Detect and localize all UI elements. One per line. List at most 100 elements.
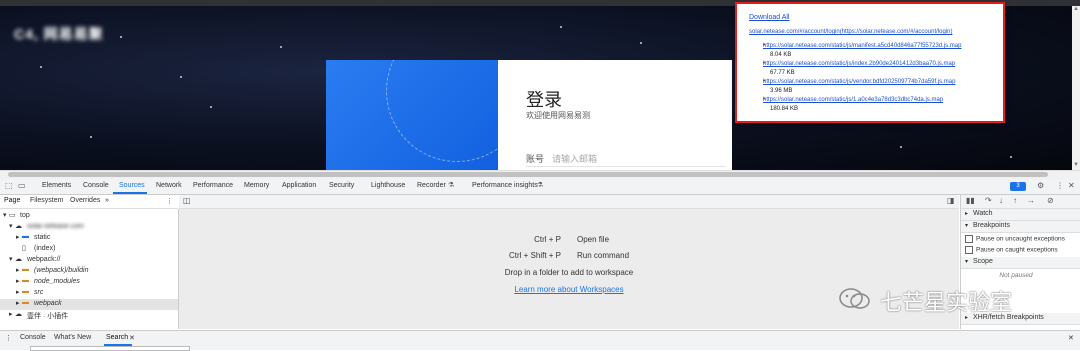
watermark-text: 七芒星实验室 [880,290,1013,315]
tab-recorder[interactable]: Recorder [417,182,446,189]
editor-placeholder: Ctrl + P Open file Ctrl + Shift + P Run … [179,209,959,329]
breakpoints-section[interactable]: ▾ Breakpoints [961,221,1080,233]
subtab-page[interactable]: Page [4,197,20,204]
folder-icon: ▬ [22,233,29,240]
drawer-menu-icon[interactable]: ⋮ [5,334,12,342]
tree-item-buildin[interactable]: ▸ ▬ (webpack)/buildin [0,266,178,277]
toggle-navigator-icon[interactable]: ◫ [183,196,191,205]
tab-security[interactable]: Security [329,182,354,189]
folder-icon: ▬ [22,299,29,306]
tree-item-webpack-origin[interactable]: ▾ ☁ webpack:// [0,255,178,266]
scroll-up-icon[interactable]: ▲ [1073,6,1079,12]
download-all-link[interactable]: Download All [749,14,789,21]
subtab-filesystem[interactable]: Filesystem [30,197,63,204]
bullet: • [763,79,766,85]
flask-icon: ⚗ [537,182,544,189]
watch-section[interactable]: ▸ Watch [961,209,1080,221]
shortcut-action: Run command [577,251,630,260]
account-input-underline [526,166,726,167]
tab-performance-insights[interactable]: Performance insights [472,182,538,189]
bullet: • [763,43,766,49]
issues-badge[interactable]: 3 [1010,182,1026,191]
more-tabs-icon[interactable]: » [105,197,109,204]
bullet: • [763,61,766,67]
folder-icon: ▬ [22,288,29,295]
scope-section[interactable]: ▾ Scope [961,257,1080,269]
toggle-debugger-icon[interactable]: ◨ [947,196,955,205]
tab-performance[interactable]: Performance [193,182,233,189]
login-subtitle: 欢迎使用网易易测 [526,111,590,120]
wechat-icon [839,288,870,309]
tab-lighthouse[interactable]: Lighthouse [371,182,405,189]
tree-item-static[interactable]: ▸ ▬ static [0,233,178,244]
close-devtools-icon[interactable]: ✕ [1068,181,1075,190]
tree-item-extension[interactable]: ▸ ☁ 壹伴 · 小插件 [0,310,178,321]
step-into-icon[interactable]: ↓ [999,196,1003,205]
subtab-overrides[interactable]: Overrides [70,197,100,204]
shortcut-key: Ctrl + P [534,235,561,244]
account-label: 账号 [526,154,545,164]
step-icon[interactable]: → [1027,196,1035,205]
tree-item-index[interactable]: ▯ (index) [0,244,178,255]
tab-network[interactable]: Network [156,182,182,189]
login-form: 登录 欢迎使用网易易测 账号 请输入邮箱 [498,60,732,170]
settings-gear-icon[interactable]: ⚙ [1037,181,1044,190]
tree-item-node-modules[interactable]: ▸ ▬ node_modules [0,277,178,288]
file-size: 67.77 KB [770,70,795,76]
more-options-icon[interactable]: ⋮ [1056,181,1064,190]
viewport-horizontal-scrollbar[interactable] [0,170,1080,179]
tree-item-origin[interactable]: ▾ ☁ solar.netease.com [0,222,178,233]
deactivate-breakpoints-icon[interactable]: ⊘ [1047,196,1054,205]
tree-item-src[interactable]: ▸ ▬ src [0,288,178,299]
shortcut-key: Ctrl + Shift + P [508,251,561,260]
file-link[interactable]: https://solar.netease.com/static/js/mani… [763,43,961,49]
navigator-subtabs: Page Filesystem Overrides » ⋮ [0,195,178,209]
drawer-tab-console[interactable]: Console [20,334,46,341]
tab-elements[interactable]: Elements [42,182,71,189]
not-paused-label: Not paused [999,272,1033,279]
pause-caught-checkbox[interactable]: Pause on caught exceptions [965,246,1058,254]
tab-sources[interactable]: Sources [119,182,145,189]
pause-uncaught-checkbox[interactable]: Pause on uncaught exceptions [965,235,1065,243]
account-input[interactable]: 请输入邮箱 [552,152,597,165]
page-url-link[interactable]: solar.netease.com/#/account/login(https:… [749,29,952,35]
login-title: 登录 [526,90,562,110]
inspect-element-icon[interactable]: ⬚ [5,181,13,190]
drawer-tab-whats-new[interactable]: What's New [54,334,91,341]
drawer-tab-search[interactable]: Search [106,334,128,341]
close-drawer-icon[interactable]: ✕ [1068,334,1074,342]
drop-folder-hint: Drop in a folder to add to workspace [504,268,634,277]
file-link[interactable]: https://solar.netease.com/static/js/vend… [763,79,955,85]
shortcut-action: Open file [577,235,610,244]
scrollbar-thumb[interactable] [8,172,1048,177]
scroll-down-icon[interactable]: ▼ [1073,162,1079,168]
device-toolbar-icon[interactable]: ▭ [18,181,26,190]
tab-console[interactable]: Console [83,182,109,189]
folder-icon: ▬ [22,277,29,284]
tab-memory[interactable]: Memory [244,182,269,189]
tree-item-top[interactable]: ▾ ▭ top [0,211,178,222]
viewport-vertical-scrollbar[interactable]: ▲ ▼ [1072,6,1080,170]
flask-icon: ⚗ [448,182,455,189]
file-icon: ▯ [22,245,26,252]
debugger-toolbar: ▮▮ ↷ ↓ ↑ → ⊘ [960,195,1080,209]
file-link[interactable]: https://solar.netease.com/static/js/inde… [763,61,955,67]
file-size: 180.84 KB [770,106,799,112]
editor-toolbar: ◫ ◨ [179,195,959,209]
navigator-menu-icon[interactable]: ⋮ [166,197,173,205]
folder-icon: ▬ [22,266,29,273]
file-tree: ▾ ▭ top ▾ ☁ solar.netease.com ▸ ▬ static ▯ … [0,209,179,329]
step-over-icon[interactable]: ↷ [985,196,992,205]
devtools-tabbar: ⬚ ▭ Elements Console Sources Network Per… [0,179,1080,195]
login-illustration [326,60,498,170]
tree-item-webpack[interactable]: ▸ ▬ webpack [0,299,178,310]
file-link[interactable]: https://solar.netease.com/static/js/1.a0… [763,97,943,103]
step-out-icon[interactable]: ↑ [1013,196,1017,205]
tab-application[interactable]: Application [282,182,316,189]
pause-icon[interactable]: ▮▮ [966,196,975,205]
file-size: 8.04 KB [770,52,792,58]
sourcemap-popup: Download All solar.netease.com/#/account… [735,2,1005,123]
active-tab-indicator [113,192,147,194]
close-search-tab-icon[interactable]: ✕ [129,334,135,342]
site-logo[interactable]: C4, 网易易聚 [14,24,104,44]
